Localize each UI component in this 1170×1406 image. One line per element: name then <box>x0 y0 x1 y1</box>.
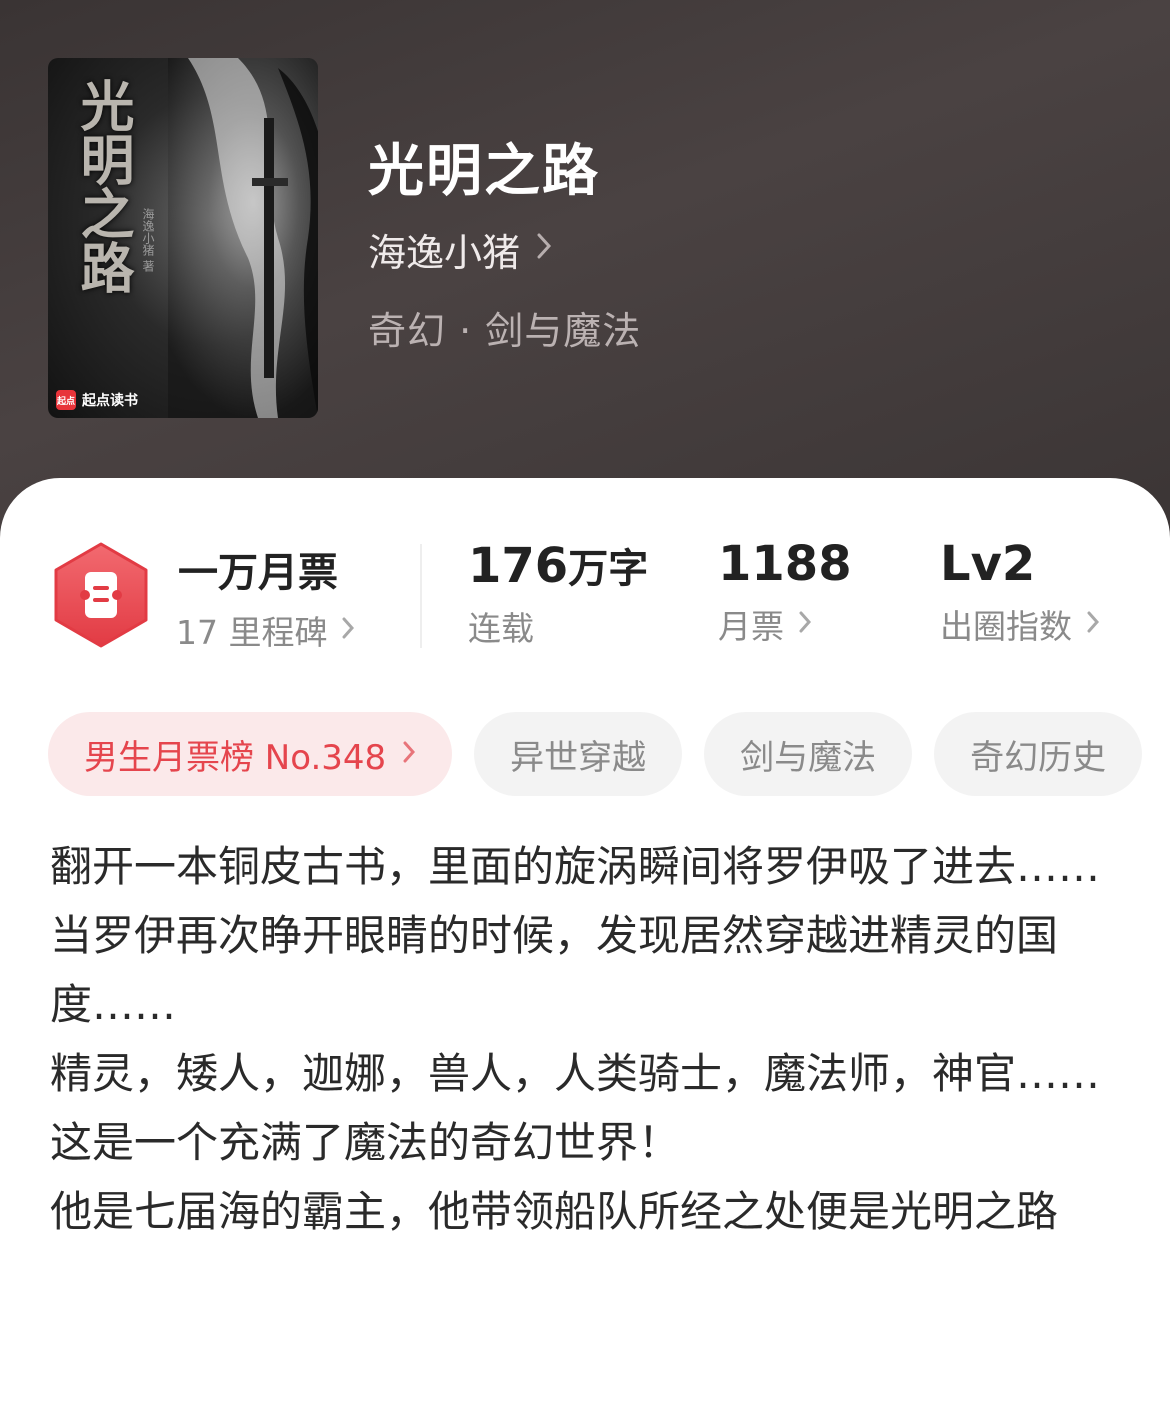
rank-tag-label: 男生月票榜 No.348 <box>84 737 387 778</box>
influence-index-label-row: 出圈指数 <box>940 600 1100 648</box>
brand-logo-icon: 起点 <box>56 390 76 410</box>
serial-status: 连载 <box>468 609 534 648</box>
description-paragraph: 当罗伊再次睁开眼睛的时候，发现居然穿越进精灵的国度…… <box>50 911 1059 1029</box>
cover-art-image <box>168 58 318 418</box>
word-count-value: 176万字 <box>468 538 649 594</box>
book-description[interactable]: 翻开一本铜皮古书，里面的旋涡瞬间将罗伊吸了进去…… 当罗伊再次睁开眼睛的时候，发… <box>50 832 1120 1246</box>
monthly-ticket-label: 月票 <box>718 607 784 646</box>
chevron-right-icon <box>1086 607 1100 642</box>
influence-index-stat[interactable]: Lv2 出圈指数 <box>940 536 1100 648</box>
influence-index-value: Lv2 <box>940 536 1036 592</box>
ticket-hexagon-icon[interactable] <box>52 542 150 648</box>
stats-row: 一万月票 17 里程碑 176万字 连载 1188 月票 Lv2 出圈指数 <box>0 478 1170 678</box>
monthly-ticket-label-row: 月票 <box>718 600 852 648</box>
tag-list: 男生月票榜 No.348 异世穿越 剑与魔法 奇幻历史 <box>48 712 1146 798</box>
description-paragraph: 精灵，矮人，迦娜，兽人，人类骑士，魔法师，神官……这是一个充满了魔法的奇幻世界！ <box>50 1049 1101 1167</box>
description-paragraph: 他是七届海的霸主，他带领船队所经之处便是光明之路 <box>50 1187 1059 1236</box>
word-count-stat: 176万字 连载 <box>468 536 648 650</box>
author-name: 海逸小猪 <box>368 231 521 275</box>
brand-name: 起点读书 <box>82 393 138 409</box>
rank-tag[interactable]: 男生月票榜 No.348 <box>48 712 453 796</box>
tag-chip[interactable]: 奇幻历史 <box>934 712 1143 796</box>
milestone-count: 17 里程碑 <box>176 613 328 652</box>
monthly-ticket-stat[interactable]: 1188 月票 <box>718 536 852 648</box>
ticket-milestone-title: 一万月票 <box>178 550 338 596</box>
cover-title-text: 光明之路 <box>71 78 135 294</box>
tag-chip[interactable]: 剑与魔法 <box>704 712 913 796</box>
book-detail-card: 一万月票 17 里程碑 176万字 连载 1188 月票 Lv2 出圈指数 男生… <box>0 478 1170 1406</box>
author-link[interactable]: 海逸小猪 <box>368 222 552 277</box>
book-header: 光明之路 海逸小猪 著 起点 起点读书 光明之路 海逸小猪 奇幻 · 剑与魔法 <box>0 0 1170 540</box>
book-title: 光明之路 <box>368 139 600 204</box>
cover-author-text: 海逸小猪 著 <box>141 208 155 272</box>
chevron-right-icon <box>402 737 416 772</box>
book-genre: 奇幻 · 剑与魔法 <box>368 309 642 353</box>
chevron-right-icon <box>798 607 812 642</box>
description-paragraph: 翻开一本铜皮古书，里面的旋涡瞬间将罗伊吸了进去…… <box>50 842 1101 891</box>
monthly-ticket-value: 1188 <box>718 536 852 592</box>
tag-chip[interactable]: 异世穿越 <box>474 712 683 796</box>
book-cover[interactable]: 光明之路 海逸小猪 著 起点 起点读书 <box>48 58 318 418</box>
cover-brand: 起点 起点读书 <box>56 390 138 410</box>
milestone-link[interactable]: 17 里程碑 <box>176 606 355 654</box>
chevron-right-icon <box>341 613 355 648</box>
chevron-right-icon <box>536 232 552 268</box>
stats-divider <box>420 544 422 648</box>
influence-index-label: 出圈指数 <box>940 607 1072 646</box>
